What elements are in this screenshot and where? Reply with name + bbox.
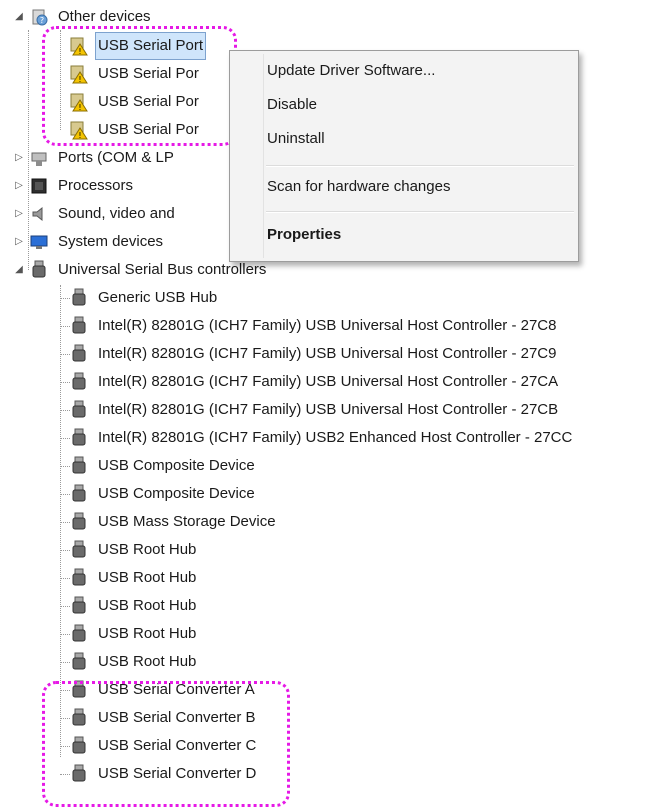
menu-item-properties[interactable]: Properties: [267, 222, 341, 248]
expand-arrow-icon[interactable]: ▷: [14, 181, 24, 191]
menu-item-uninstall[interactable]: Uninstall: [267, 126, 325, 152]
usb-plug-icon: [70, 428, 88, 448]
tree-line: [60, 522, 70, 523]
tree-line: [60, 298, 70, 299]
tree-line: [60, 438, 70, 439]
chip-icon: [30, 176, 48, 196]
expand-arrow-icon[interactable]: ▷: [14, 237, 24, 247]
tree-item-label: USB Root Hub: [98, 569, 197, 586]
tree-item-usb-device[interactable]: USB Root Hub: [60, 537, 198, 563]
tree-item-usb-device[interactable]: Intel(R) 82801G (ICH7 Family) USB Univer…: [60, 313, 558, 339]
tree-item-label: USB Root Hub: [98, 597, 197, 614]
usb-plug-icon: [30, 260, 48, 280]
tree-item-usb-device[interactable]: USB Composite Device: [60, 453, 257, 479]
tree-line: [60, 466, 70, 467]
tree-item-label: Intel(R) 82801G (ICH7 Family) USB Univer…: [98, 317, 557, 334]
menu-item-disable[interactable]: Disable: [267, 92, 317, 118]
usb-plug-icon: [70, 456, 88, 476]
tree-item-usb-device[interactable]: Intel(R) 82801G (ICH7 Family) USB2 Enhan…: [60, 425, 574, 451]
usb-plug-icon: [70, 400, 88, 420]
usb-plug-icon: [70, 568, 88, 588]
speaker-icon: [30, 204, 48, 224]
menu-separator: [266, 165, 574, 167]
usb-plug-icon: [70, 316, 88, 336]
tree-line: [60, 634, 70, 635]
usb-plug-icon: [70, 512, 88, 532]
tree-item-usb-device[interactable]: Intel(R) 82801G (ICH7 Family) USB Univer…: [60, 341, 558, 367]
tree-item-label: Intel(R) 82801G (ICH7 Family) USB Univer…: [98, 401, 559, 418]
tree-item-label: Intel(R) 82801G (ICH7 Family) USB Univer…: [98, 373, 559, 390]
tree-item-label: Intel(R) 82801G (ICH7 Family) USB2 Enhan…: [98, 429, 573, 446]
highlight-box-usb-serial-converters: [42, 681, 290, 807]
usb-plug-icon: [70, 652, 88, 672]
usb-plug-icon: [70, 484, 88, 504]
computer-icon: [30, 232, 48, 252]
highlight-box-usb-serial-ports: [42, 26, 237, 146]
tree-item-system-devices[interactable]: ▷ System devices: [14, 229, 165, 255]
svg-text:?: ?: [40, 16, 44, 25]
tree-item-label: USB Composite Device: [98, 457, 255, 474]
collapse-arrow-icon[interactable]: ◢: [14, 12, 24, 22]
tree-line: [60, 578, 70, 579]
tree-line: [60, 354, 70, 355]
tree-line: [60, 494, 70, 495]
tree-item-ports[interactable]: ▷ Ports (COM & LP: [14, 145, 176, 171]
tree-item-usb-device[interactable]: USB Root Hub: [60, 593, 198, 619]
tree-line: [60, 606, 70, 607]
tree-item-label: USB Root Hub: [98, 625, 197, 642]
tree-item-usb-device[interactable]: USB Composite Device: [60, 481, 257, 507]
tree-item-label: Ports (COM & LP: [58, 149, 174, 166]
tree-line: [60, 410, 70, 411]
context-menu: Update Driver Software... Disable Uninst…: [229, 50, 579, 262]
tree-item-label: USB Composite Device: [98, 485, 255, 502]
tree-line: [60, 326, 70, 327]
tree-line: [60, 662, 70, 663]
tree-item-label: USB Root Hub: [98, 653, 197, 670]
usb-plug-icon: [70, 288, 88, 308]
tree-item-label: USB Root Hub: [98, 541, 197, 558]
tree-item-label: Sound, video and: [58, 205, 175, 222]
expand-arrow-icon[interactable]: ▷: [14, 209, 24, 219]
tree-item-usb-device[interactable]: USB Root Hub: [60, 649, 198, 675]
tree-item-label: Generic USB Hub: [98, 289, 218, 306]
tree-line: [60, 382, 70, 383]
usb-plug-icon: [70, 344, 88, 364]
usb-plug-icon: [70, 540, 88, 560]
tree-item-sound[interactable]: ▷ Sound, video and: [14, 201, 177, 227]
menu-item-update-driver[interactable]: Update Driver Software...: [267, 58, 435, 84]
tree-item-label: Processors: [58, 177, 134, 194]
tree-item-label: System devices: [58, 233, 164, 250]
tree-item-usb-device[interactable]: USB Mass Storage Device: [60, 509, 278, 535]
usb-plug-icon: [70, 624, 88, 644]
port-icon: [30, 148, 48, 168]
tree-item-label: Intel(R) 82801G (ICH7 Family) USB Univer…: [98, 345, 557, 362]
collapse-arrow-icon[interactable]: ◢: [14, 265, 24, 275]
tree-item-label: USB Mass Storage Device: [98, 513, 276, 530]
tree-item-usb-device[interactable]: USB Root Hub: [60, 621, 198, 647]
usb-plug-icon: [70, 372, 88, 392]
menu-gutter: [263, 54, 264, 258]
menu-item-scan-hardware[interactable]: Scan for hardware changes: [267, 174, 450, 200]
menu-separator: [266, 211, 574, 213]
usb-plug-icon: [70, 596, 88, 616]
expand-arrow-icon[interactable]: ▷: [14, 153, 24, 163]
tree-item-usb-device[interactable]: Intel(R) 82801G (ICH7 Family) USB Univer…: [60, 397, 560, 423]
other-devices-icon: ?: [30, 7, 48, 27]
tree-item-usb-device[interactable]: USB Root Hub: [60, 565, 198, 591]
tree-line: [60, 550, 70, 551]
tree-item-usb-device[interactable]: Generic USB Hub: [60, 285, 219, 311]
tree-item-processors[interactable]: ▷ Processors: [14, 173, 135, 199]
tree-item-usb-device[interactable]: Intel(R) 82801G (ICH7 Family) USB Univer…: [60, 369, 560, 395]
